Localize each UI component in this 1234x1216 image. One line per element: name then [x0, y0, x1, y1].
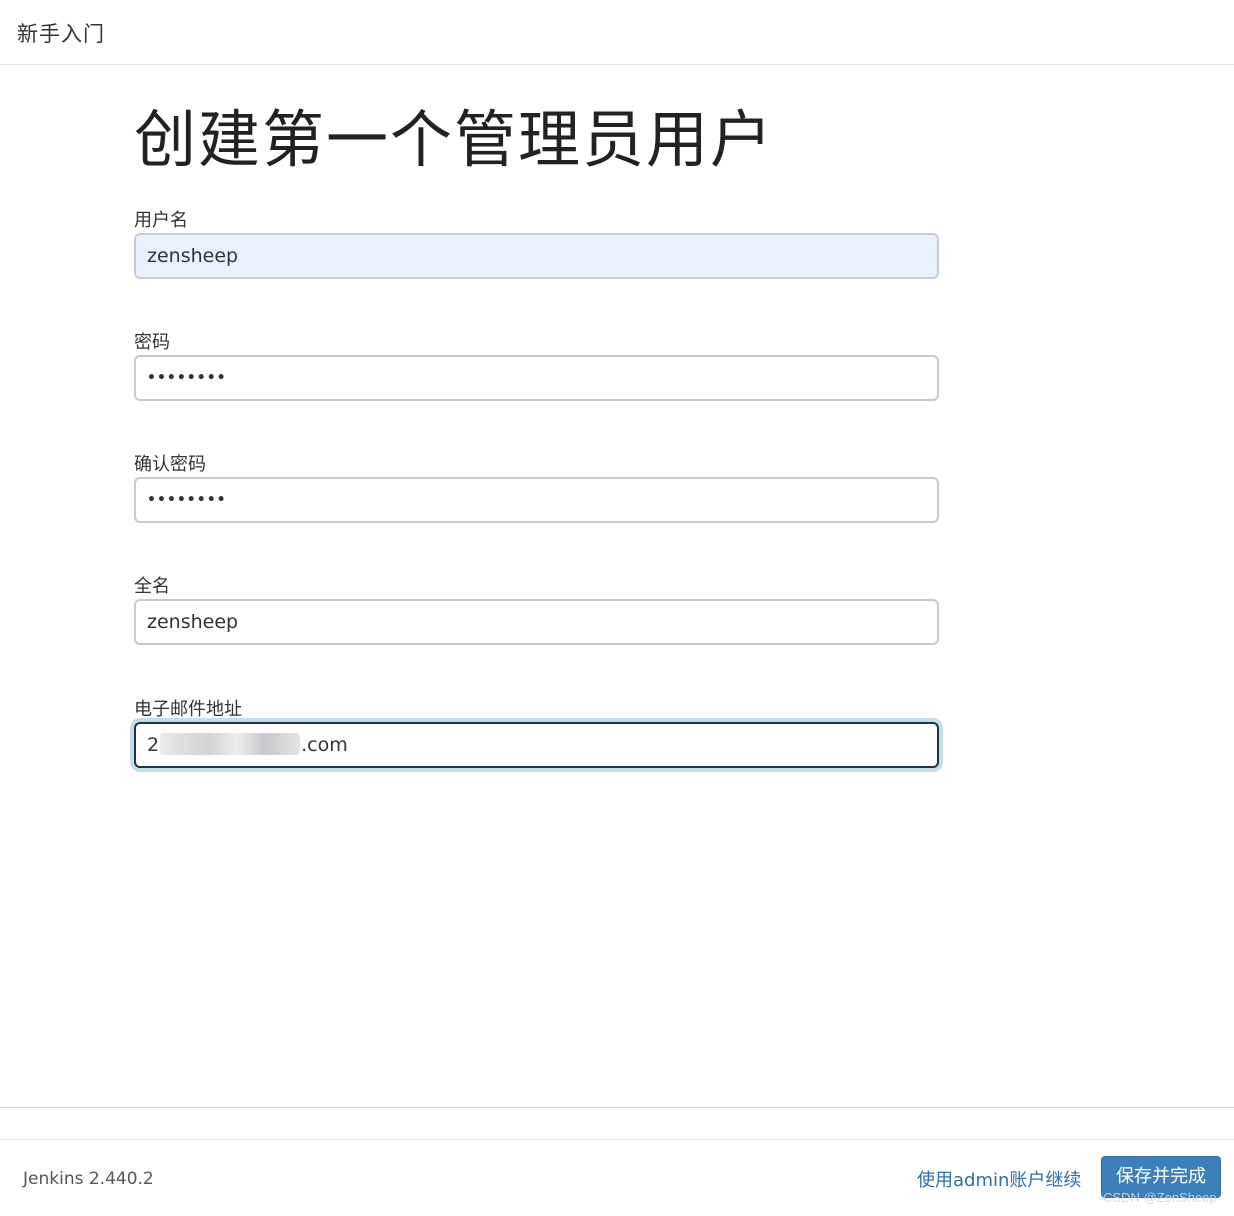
full-name-label: 全名 [134, 576, 170, 597]
email-value-suffix: .com [301, 734, 348, 756]
csdn-watermark: CSDN @ZenSheep [1103, 1190, 1217, 1205]
jenkins-version: Jenkins 2.440.2 [23, 1169, 154, 1189]
confirm-password-input[interactable]: •••••••• [134, 477, 939, 523]
header-title: 新手入门 [17, 22, 105, 46]
username-field-group: 用户名 zensheep [134, 206, 939, 279]
continue-as-admin-link[interactable]: 使用admin账户继续 [917, 1166, 1081, 1192]
header-bar: 新手入门 [0, 0, 1234, 65]
email-value-prefix: 2 [147, 734, 160, 756]
password-input[interactable]: •••••••• [134, 355, 939, 401]
page-title: 创建第一个管理员用户 [134, 103, 775, 176]
redacted-email-blur [160, 732, 301, 755]
create-admin-form: 创建第一个管理员用户 [134, 100, 939, 180]
content-divider [0, 1107, 1234, 1108]
confirm-password-label: 确认密码 [134, 454, 206, 475]
full-name-field-group: 全名 zensheep [134, 572, 939, 645]
email-label: 电子邮件地址 [134, 699, 242, 720]
footer-divider [0, 1139, 1234, 1140]
password-field-group: 密码 •••••••• [134, 328, 939, 401]
email-input[interactable]: 2 .com [134, 722, 939, 768]
confirm-password-field-group: 确认密码 •••••••• [134, 450, 939, 523]
email-field-group: 电子邮件地址 2 .com [134, 695, 939, 768]
setup-wizard-page: 新手入门 创建第一个管理员用户 用户名 zensheep 密码 ••••••••… [0, 0, 1234, 1216]
username-label: 用户名 [134, 210, 188, 231]
username-input[interactable]: zensheep [134, 233, 939, 279]
password-label: 密码 [134, 332, 170, 353]
full-name-input[interactable]: zensheep [134, 599, 939, 645]
